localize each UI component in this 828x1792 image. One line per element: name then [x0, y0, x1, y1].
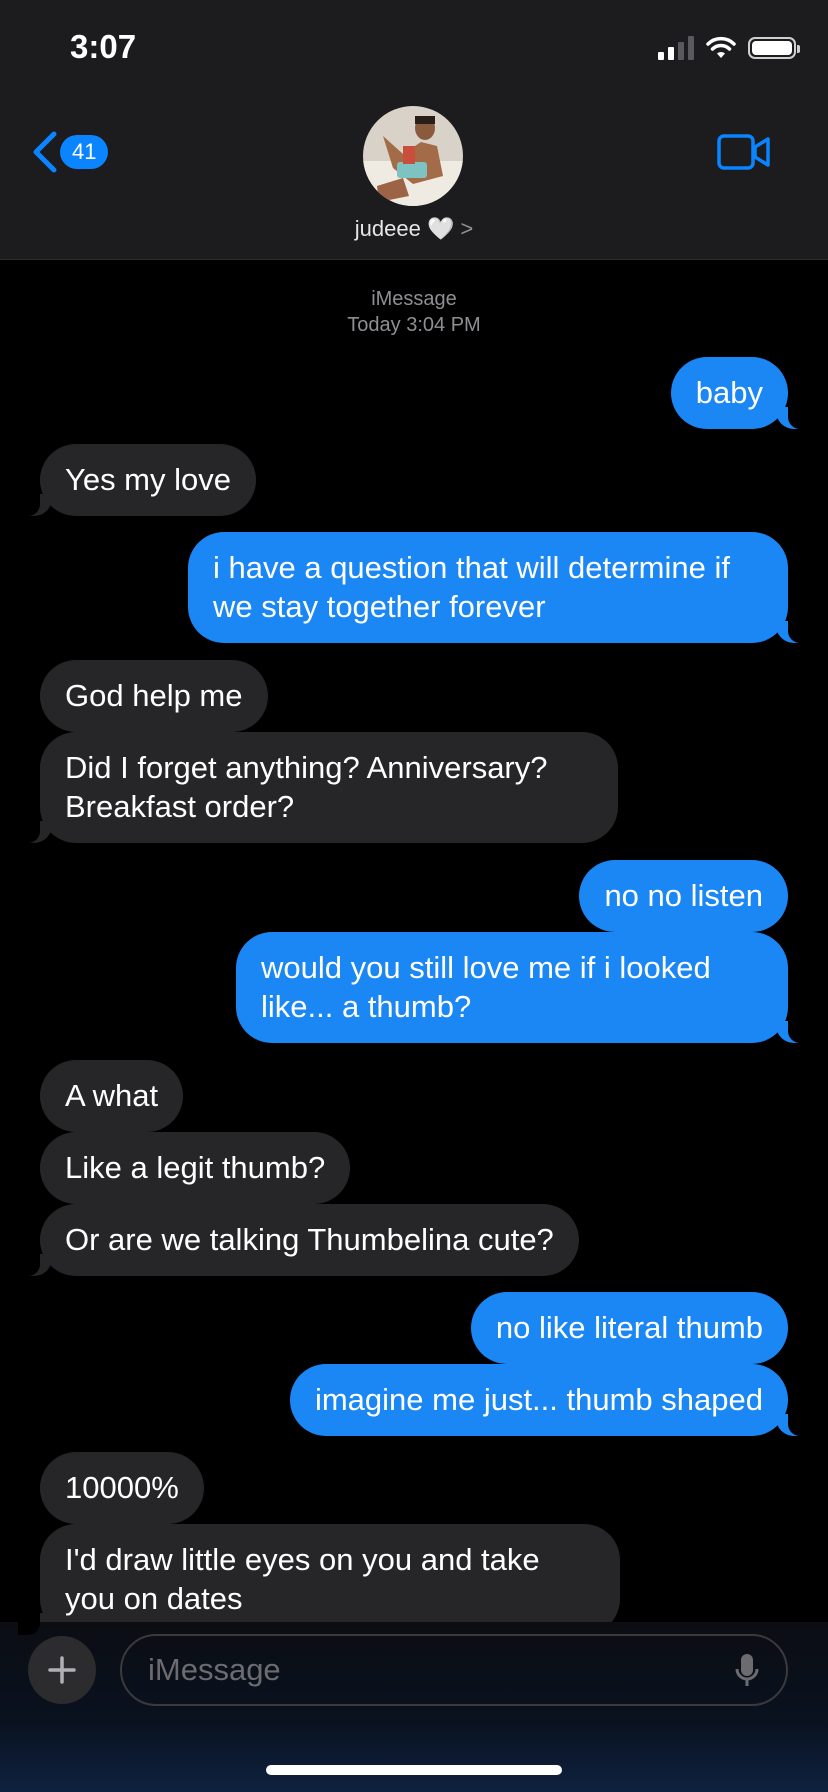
message-bubble-outgoing[interactable]: no no listen	[579, 860, 788, 932]
message-input[interactable]: iMessage	[120, 1634, 788, 1706]
message-input-placeholder: iMessage	[148, 1652, 281, 1687]
battery-icon	[748, 37, 800, 59]
message-bubble-incoming[interactable]: A what	[40, 1060, 184, 1132]
timestamp-label: Today 3:04 PM	[347, 314, 481, 336]
microphone-icon[interactable]	[734, 1652, 760, 1690]
message-bubble-incoming[interactable]: God help me	[40, 660, 268, 732]
message-bubble-outgoing[interactable]: i have a question that will determine if…	[188, 532, 810, 643]
conversation-header: 3:07 41 judeee 🤍 >	[0, 0, 828, 260]
home-indicator[interactable]	[266, 1765, 562, 1775]
service-label: iMessage	[371, 288, 457, 310]
thread-timestamp: iMessage Today 3:04 PM	[0, 286, 828, 338]
back-button[interactable]: 41	[30, 130, 109, 174]
message-bubble-outgoing[interactable]: would you still love me if i looked like…	[236, 932, 810, 1043]
apps-plus-button[interactable]	[28, 1636, 96, 1704]
message-bubble-incoming[interactable]: Like a legit thumb?	[40, 1132, 351, 1204]
message-bubble-outgoing[interactable]: no like literal thumb	[470, 1292, 788, 1364]
contact-name: judeee 🤍	[354, 216, 455, 241]
message-bubble-outgoing[interactable]: imagine me just... thumb shaped	[289, 1364, 811, 1436]
message-bubble-incoming[interactable]: Or are we talking Thumbelina cute?	[18, 1204, 579, 1276]
status-icons	[658, 36, 800, 60]
cellular-signal-icon	[658, 36, 694, 60]
facetime-video-icon[interactable]	[716, 132, 772, 172]
contact-avatar[interactable]	[363, 106, 463, 206]
message-bubble-incoming[interactable]: 10000%	[40, 1452, 204, 1524]
status-time: 3:07	[70, 28, 137, 65]
message-bubble-incoming[interactable]: I'd draw little eyes on you and take you…	[18, 1524, 620, 1635]
chevron-left-icon	[33, 131, 57, 173]
unread-count-badge: 41	[60, 135, 109, 169]
message-bubble-outgoing[interactable]: baby	[670, 357, 811, 429]
avatar-photo	[363, 106, 463, 206]
message-bubble-incoming[interactable]: Yes my love	[18, 444, 256, 516]
message-bubble-incoming[interactable]: Did I forget anything? Anniversary? Brea…	[18, 732, 618, 843]
wifi-icon	[706, 36, 736, 58]
contact-name-button[interactable]: judeee 🤍 >	[0, 216, 828, 242]
plus-icon	[48, 1656, 76, 1684]
chevron-right-icon: >	[460, 216, 474, 241]
